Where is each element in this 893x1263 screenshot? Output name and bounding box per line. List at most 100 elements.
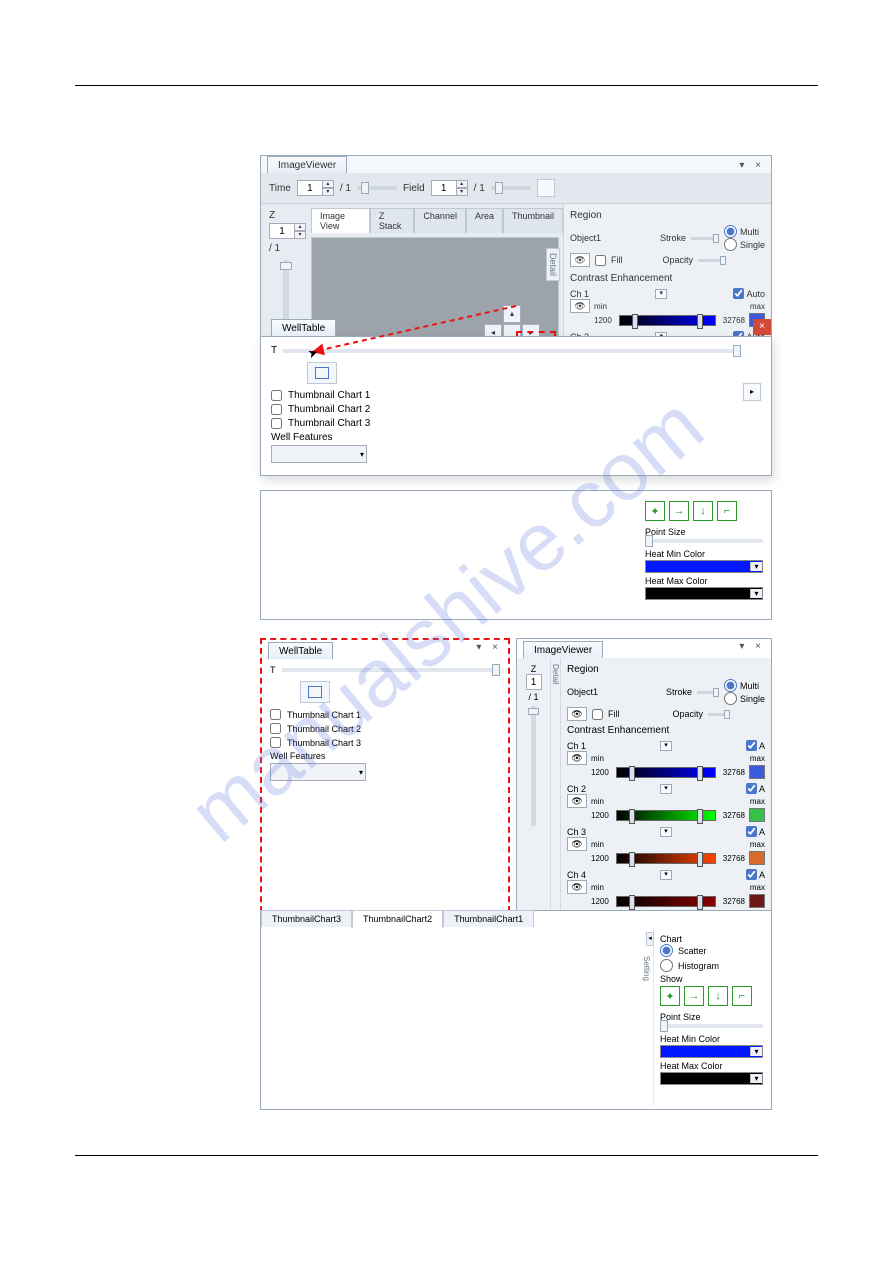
right-icon[interactable]: → bbox=[684, 986, 704, 1006]
well-grid-button[interactable] bbox=[307, 362, 337, 384]
z-axis-panel: Z / 1 bbox=[517, 658, 551, 931]
down-icon[interactable]: ↓ bbox=[693, 501, 713, 521]
fit-icon[interactable]: ✦ bbox=[660, 986, 680, 1006]
fill-checkbox[interactable] bbox=[592, 709, 603, 720]
thumb3-checkbox[interactable] bbox=[271, 418, 282, 429]
visibility-toggle[interactable]: 👁 bbox=[567, 837, 587, 851]
visibility-toggle[interactable]: 👁 bbox=[570, 253, 590, 267]
channel-label: Ch 4 bbox=[567, 870, 586, 880]
tab-thumb3[interactable]: ThumbnailChart3 bbox=[261, 910, 352, 928]
auto-checkbox[interactable] bbox=[746, 783, 757, 794]
visibility-toggle[interactable]: 👁 bbox=[567, 880, 587, 894]
thumb3-checkbox[interactable] bbox=[270, 737, 281, 748]
visibility-toggle[interactable]: 👁 bbox=[570, 299, 590, 313]
heat-min-color-picker[interactable]: ▾ bbox=[645, 560, 763, 573]
visibility-toggle[interactable]: 👁 bbox=[567, 794, 587, 808]
tab-thumbnail[interactable]: Thumbnail bbox=[503, 208, 563, 233]
gradient-slider[interactable] bbox=[619, 315, 716, 326]
fit-icon[interactable]: ✦ bbox=[645, 501, 665, 521]
down-icon[interactable]: ▾ bbox=[322, 188, 334, 196]
auto-checkbox[interactable] bbox=[746, 826, 757, 837]
detail-toggle[interactable]: Detail bbox=[551, 658, 561, 931]
gradient-slider[interactable] bbox=[616, 896, 716, 907]
well-features-dropdown[interactable]: ▾ bbox=[270, 763, 366, 781]
auto-checkbox[interactable] bbox=[746, 740, 757, 751]
gradient-slider[interactable] bbox=[616, 767, 716, 778]
point-size-slider[interactable] bbox=[660, 1024, 763, 1028]
tab-thumb2[interactable]: ThumbnailChart2 bbox=[352, 910, 443, 928]
channel-dropdown[interactable]: ▾ bbox=[660, 741, 672, 751]
channel-swatch[interactable] bbox=[749, 808, 765, 822]
detail-toggle[interactable]: Detail bbox=[546, 248, 560, 281]
min-value: 1200 bbox=[591, 854, 609, 863]
field-spinner[interactable]: ▴▾ bbox=[431, 180, 468, 196]
z-spinner[interactable] bbox=[519, 674, 548, 690]
auto-checkbox[interactable] bbox=[746, 869, 757, 880]
up-icon[interactable]: ▴ bbox=[322, 180, 334, 188]
stroke-slider[interactable] bbox=[691, 237, 719, 240]
gradient-slider[interactable] bbox=[616, 853, 716, 864]
tab-thumb1[interactable]: ThumbnailChart1 bbox=[443, 910, 534, 928]
heat-max-color-picker[interactable]: ▾ bbox=[660, 1072, 763, 1085]
opacity-slider[interactable] bbox=[708, 713, 730, 716]
time-spinner[interactable]: ▴▾ bbox=[297, 180, 334, 196]
z-spinner[interactable]: ▴▾ bbox=[269, 223, 306, 239]
stroke-slider[interactable] bbox=[697, 691, 719, 694]
channel-swatch[interactable] bbox=[749, 765, 765, 779]
channel-dropdown[interactable]: ▾ bbox=[660, 784, 672, 794]
welltable-tab[interactable]: WellTable bbox=[271, 319, 336, 336]
image-viewer-tab[interactable]: ImageViewer bbox=[267, 156, 347, 173]
welltable-tab[interactable]: WellTable bbox=[268, 642, 333, 659]
time-slider[interactable] bbox=[357, 186, 397, 190]
channel-dropdown[interactable]: ▾ bbox=[655, 289, 667, 299]
t-slider[interactable] bbox=[283, 349, 741, 353]
panel-pin-close[interactable]: ▾ × bbox=[739, 641, 765, 652]
tab-image-view[interactable]: Image View bbox=[311, 208, 370, 233]
channel-swatch[interactable] bbox=[749, 894, 765, 908]
channel-dropdown[interactable]: ▾ bbox=[660, 827, 672, 837]
image-viewer-tab[interactable]: ImageViewer bbox=[523, 641, 603, 658]
scatter-radio[interactable]: Scatter bbox=[660, 944, 763, 957]
single-radio[interactable]: Single bbox=[724, 692, 765, 705]
corner-icon[interactable]: ⌐ bbox=[717, 501, 737, 521]
multi-radio[interactable]: Multi bbox=[724, 679, 765, 692]
well-grid-button[interactable] bbox=[300, 681, 330, 703]
histogram-radio[interactable]: Histogram bbox=[660, 959, 763, 972]
thumb1-checkbox[interactable] bbox=[271, 390, 282, 401]
collapse-button[interactable]: ◂ bbox=[646, 932, 654, 946]
tab-area[interactable]: Area bbox=[466, 208, 503, 233]
heat-max-color-picker[interactable]: ▾ bbox=[645, 587, 763, 600]
panel-pin-close[interactable]: ▾ × bbox=[476, 642, 502, 653]
single-radio[interactable]: Single bbox=[724, 238, 765, 251]
t-slider[interactable] bbox=[282, 668, 501, 672]
nav-up-button[interactable]: ▴ bbox=[503, 305, 521, 323]
next-button[interactable]: ▸ bbox=[743, 383, 761, 401]
point-size-slider[interactable] bbox=[645, 539, 763, 543]
panel-pin-close[interactable]: ▾ × bbox=[739, 160, 765, 171]
channel-block: Ch 1▾A👁minmax120032768 bbox=[567, 740, 765, 779]
auto-checkbox[interactable] bbox=[733, 288, 744, 299]
visibility-toggle[interactable]: 👁 bbox=[567, 707, 587, 721]
heat-min-color-picker[interactable]: ▾ bbox=[660, 1045, 763, 1058]
close-button[interactable]: × bbox=[753, 319, 771, 335]
chart-canvas[interactable] bbox=[261, 928, 653, 1106]
gradient-slider[interactable] bbox=[616, 810, 716, 821]
down-icon[interactable]: ↓ bbox=[708, 986, 728, 1006]
thumb2-checkbox[interactable] bbox=[271, 404, 282, 415]
right-icon[interactable]: → bbox=[669, 501, 689, 521]
well-features-dropdown[interactable]: ▾ bbox=[271, 445, 367, 463]
thumb1-checkbox[interactable] bbox=[270, 709, 281, 720]
channel-swatch[interactable] bbox=[749, 851, 765, 865]
field-slider[interactable] bbox=[491, 186, 531, 190]
visibility-toggle[interactable]: 👁 bbox=[567, 751, 587, 765]
multi-radio[interactable]: Multi bbox=[724, 225, 765, 238]
channel-dropdown[interactable]: ▾ bbox=[660, 870, 672, 880]
corner-icon[interactable]: ⌐ bbox=[732, 986, 752, 1006]
z-slider[interactable] bbox=[531, 706, 536, 826]
opacity-slider[interactable] bbox=[698, 259, 726, 262]
tab-z-stack[interactable]: Z Stack bbox=[370, 208, 415, 233]
fill-checkbox[interactable] bbox=[595, 255, 606, 266]
toolbar-button[interactable] bbox=[537, 179, 555, 197]
tab-channel[interactable]: Channel bbox=[414, 208, 466, 233]
thumb2-checkbox[interactable] bbox=[270, 723, 281, 734]
